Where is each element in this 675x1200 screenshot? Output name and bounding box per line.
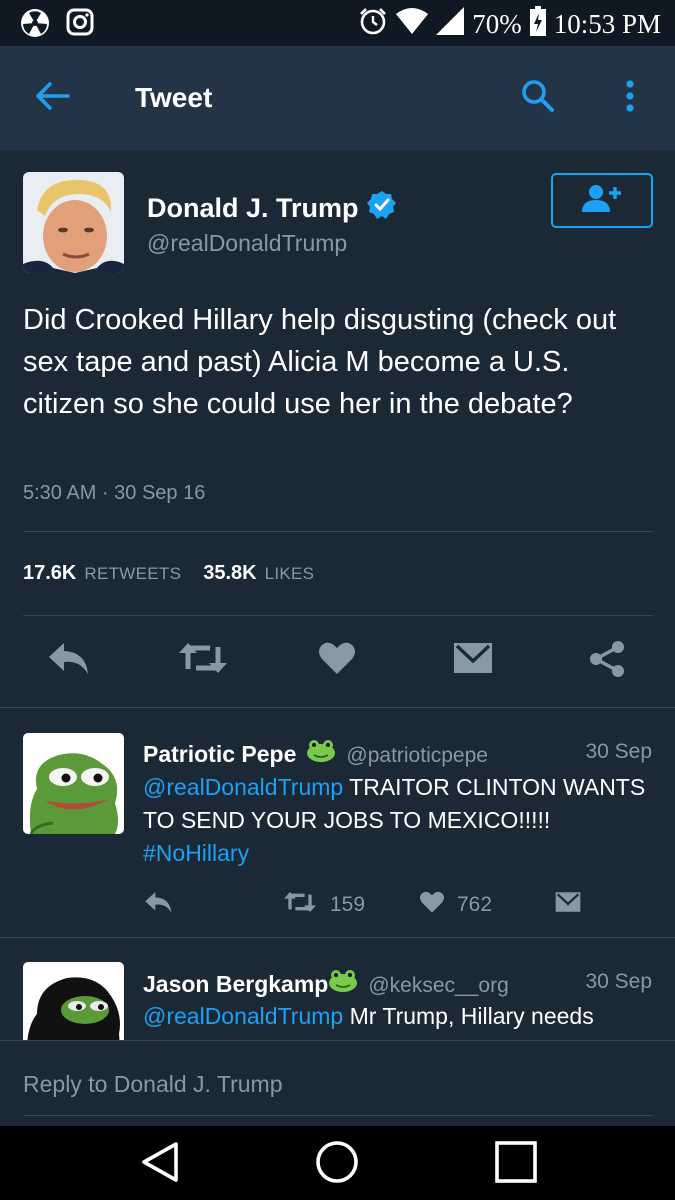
- hashtag-link[interactable]: #NoHillary: [143, 840, 249, 866]
- like-heart-icon: [419, 890, 445, 920]
- reply-like-button[interactable]: 762: [419, 890, 492, 920]
- mention-link[interactable]: @realDonaldTrump: [143, 774, 343, 800]
- tweet-timestamp: 5:30 AM · 30 Sep 16: [23, 482, 206, 504]
- reply-header: Jason Bergkamp @keksec__org: [143, 968, 509, 998]
- reply-retweet-button[interactable]: 159: [282, 890, 365, 920]
- reply-author-handle: @patrioticpepe: [346, 744, 488, 767]
- reply-avatar[interactable]: [23, 733, 124, 834]
- tweet-text: Did Crooked Hillary help disgusting (che…: [23, 304, 617, 420]
- divider: [23, 615, 653, 616]
- reply-body: Mr Trump, Hillary needs: [343, 1003, 594, 1029]
- app-bar: Tweet: [0, 46, 675, 150]
- author-avatar[interactable]: [23, 172, 124, 273]
- reply-date: 30 Sep: [585, 740, 652, 763]
- likes-count[interactable]: 35.8K: [203, 562, 256, 585]
- signal-icon: [436, 7, 465, 42]
- reply-author-name[interactable]: Patriotic Pepe: [143, 741, 296, 768]
- retweet-icon[interactable]: [177, 640, 229, 681]
- reply-like-count: 762: [457, 893, 493, 916]
- reply-input-placeholder[interactable]: Reply to Donald J. Trump: [23, 1071, 283, 1098]
- divider: [23, 531, 653, 532]
- reply-avatar[interactable]: [23, 962, 124, 1040]
- reply-author-handle: @keksec__org: [368, 974, 509, 997]
- clock-time: 10:53 PM: [553, 9, 661, 39]
- follow-button[interactable]: [551, 173, 653, 228]
- author-name[interactable]: Donald J. Trump: [147, 190, 397, 227]
- nav-recents-icon[interactable]: [494, 1140, 538, 1189]
- battery-percent: 70%: [472, 9, 522, 39]
- frog-emoji-icon: [306, 738, 336, 767]
- divider: [0, 937, 675, 938]
- system-navigation-bar: [0, 1126, 675, 1200]
- direct-message-icon[interactable]: [453, 640, 493, 681]
- add-user-icon: [579, 183, 625, 218]
- reply-action-bar: 159 762: [0, 890, 675, 920]
- author-handle: @realDonaldTrump: [147, 230, 348, 256]
- likes-label[interactable]: LIKES: [265, 564, 315, 584]
- reply-date: 30 Sep: [585, 970, 652, 993]
- nav-back-icon[interactable]: [140, 1140, 180, 1189]
- retweets-label[interactable]: RETWEETS: [84, 564, 181, 584]
- battery-charging-icon: [529, 6, 546, 43]
- divider: [0, 707, 675, 708]
- input-underline: [23, 1115, 653, 1116]
- share-icon[interactable]: [588, 640, 626, 683]
- instagram-icon: [66, 8, 94, 43]
- direct-message-icon[interactable]: [555, 890, 581, 914]
- reply-text: @realDonaldTrump TRAITOR CLINTON WANTS T…: [143, 771, 653, 870]
- reply-author-name[interactable]: Jason Bergkamp: [143, 971, 328, 998]
- more-options-icon[interactable]: [624, 79, 636, 118]
- author-name-text: Donald J. Trump: [147, 193, 359, 223]
- wifi-icon: [396, 8, 429, 41]
- radiation-notification-icon: [20, 8, 50, 43]
- reply-composer[interactable]: Reply to Donald J. Trump: [0, 1040, 675, 1126]
- reply-text: @realDonaldTrump Mr Trump, Hillary needs: [143, 1000, 653, 1033]
- status-bar: 70% 10:53 PM: [0, 0, 675, 46]
- page-title: Tweet: [135, 82, 213, 113]
- retweets-count[interactable]: 17.6K: [23, 562, 76, 585]
- search-icon[interactable]: [520, 78, 556, 119]
- alarm-icon: [358, 6, 388, 43]
- reply-header: Patriotic Pepe @patrioticpepe: [143, 738, 488, 768]
- back-arrow-icon[interactable]: [34, 80, 70, 117]
- frog-emoji-icon: [328, 968, 358, 997]
- like-heart-icon[interactable]: [318, 640, 356, 681]
- reply-item-clipped: Jason Bergkamp @keksec__org 30 Sep @real…: [0, 940, 675, 1040]
- nav-home-icon[interactable]: [315, 1140, 359, 1189]
- verified-badge-icon: [366, 190, 397, 227]
- tweet-stats: 17.6K RETWEETS 35.8K LIKES: [23, 562, 336, 585]
- reply-icon[interactable]: [143, 890, 173, 914]
- retweet-icon: [282, 890, 318, 920]
- reply-retweet-count: 159: [330, 893, 366, 916]
- reply-icon[interactable]: [46, 640, 90, 681]
- mention-link[interactable]: @realDonaldTrump: [143, 1003, 343, 1029]
